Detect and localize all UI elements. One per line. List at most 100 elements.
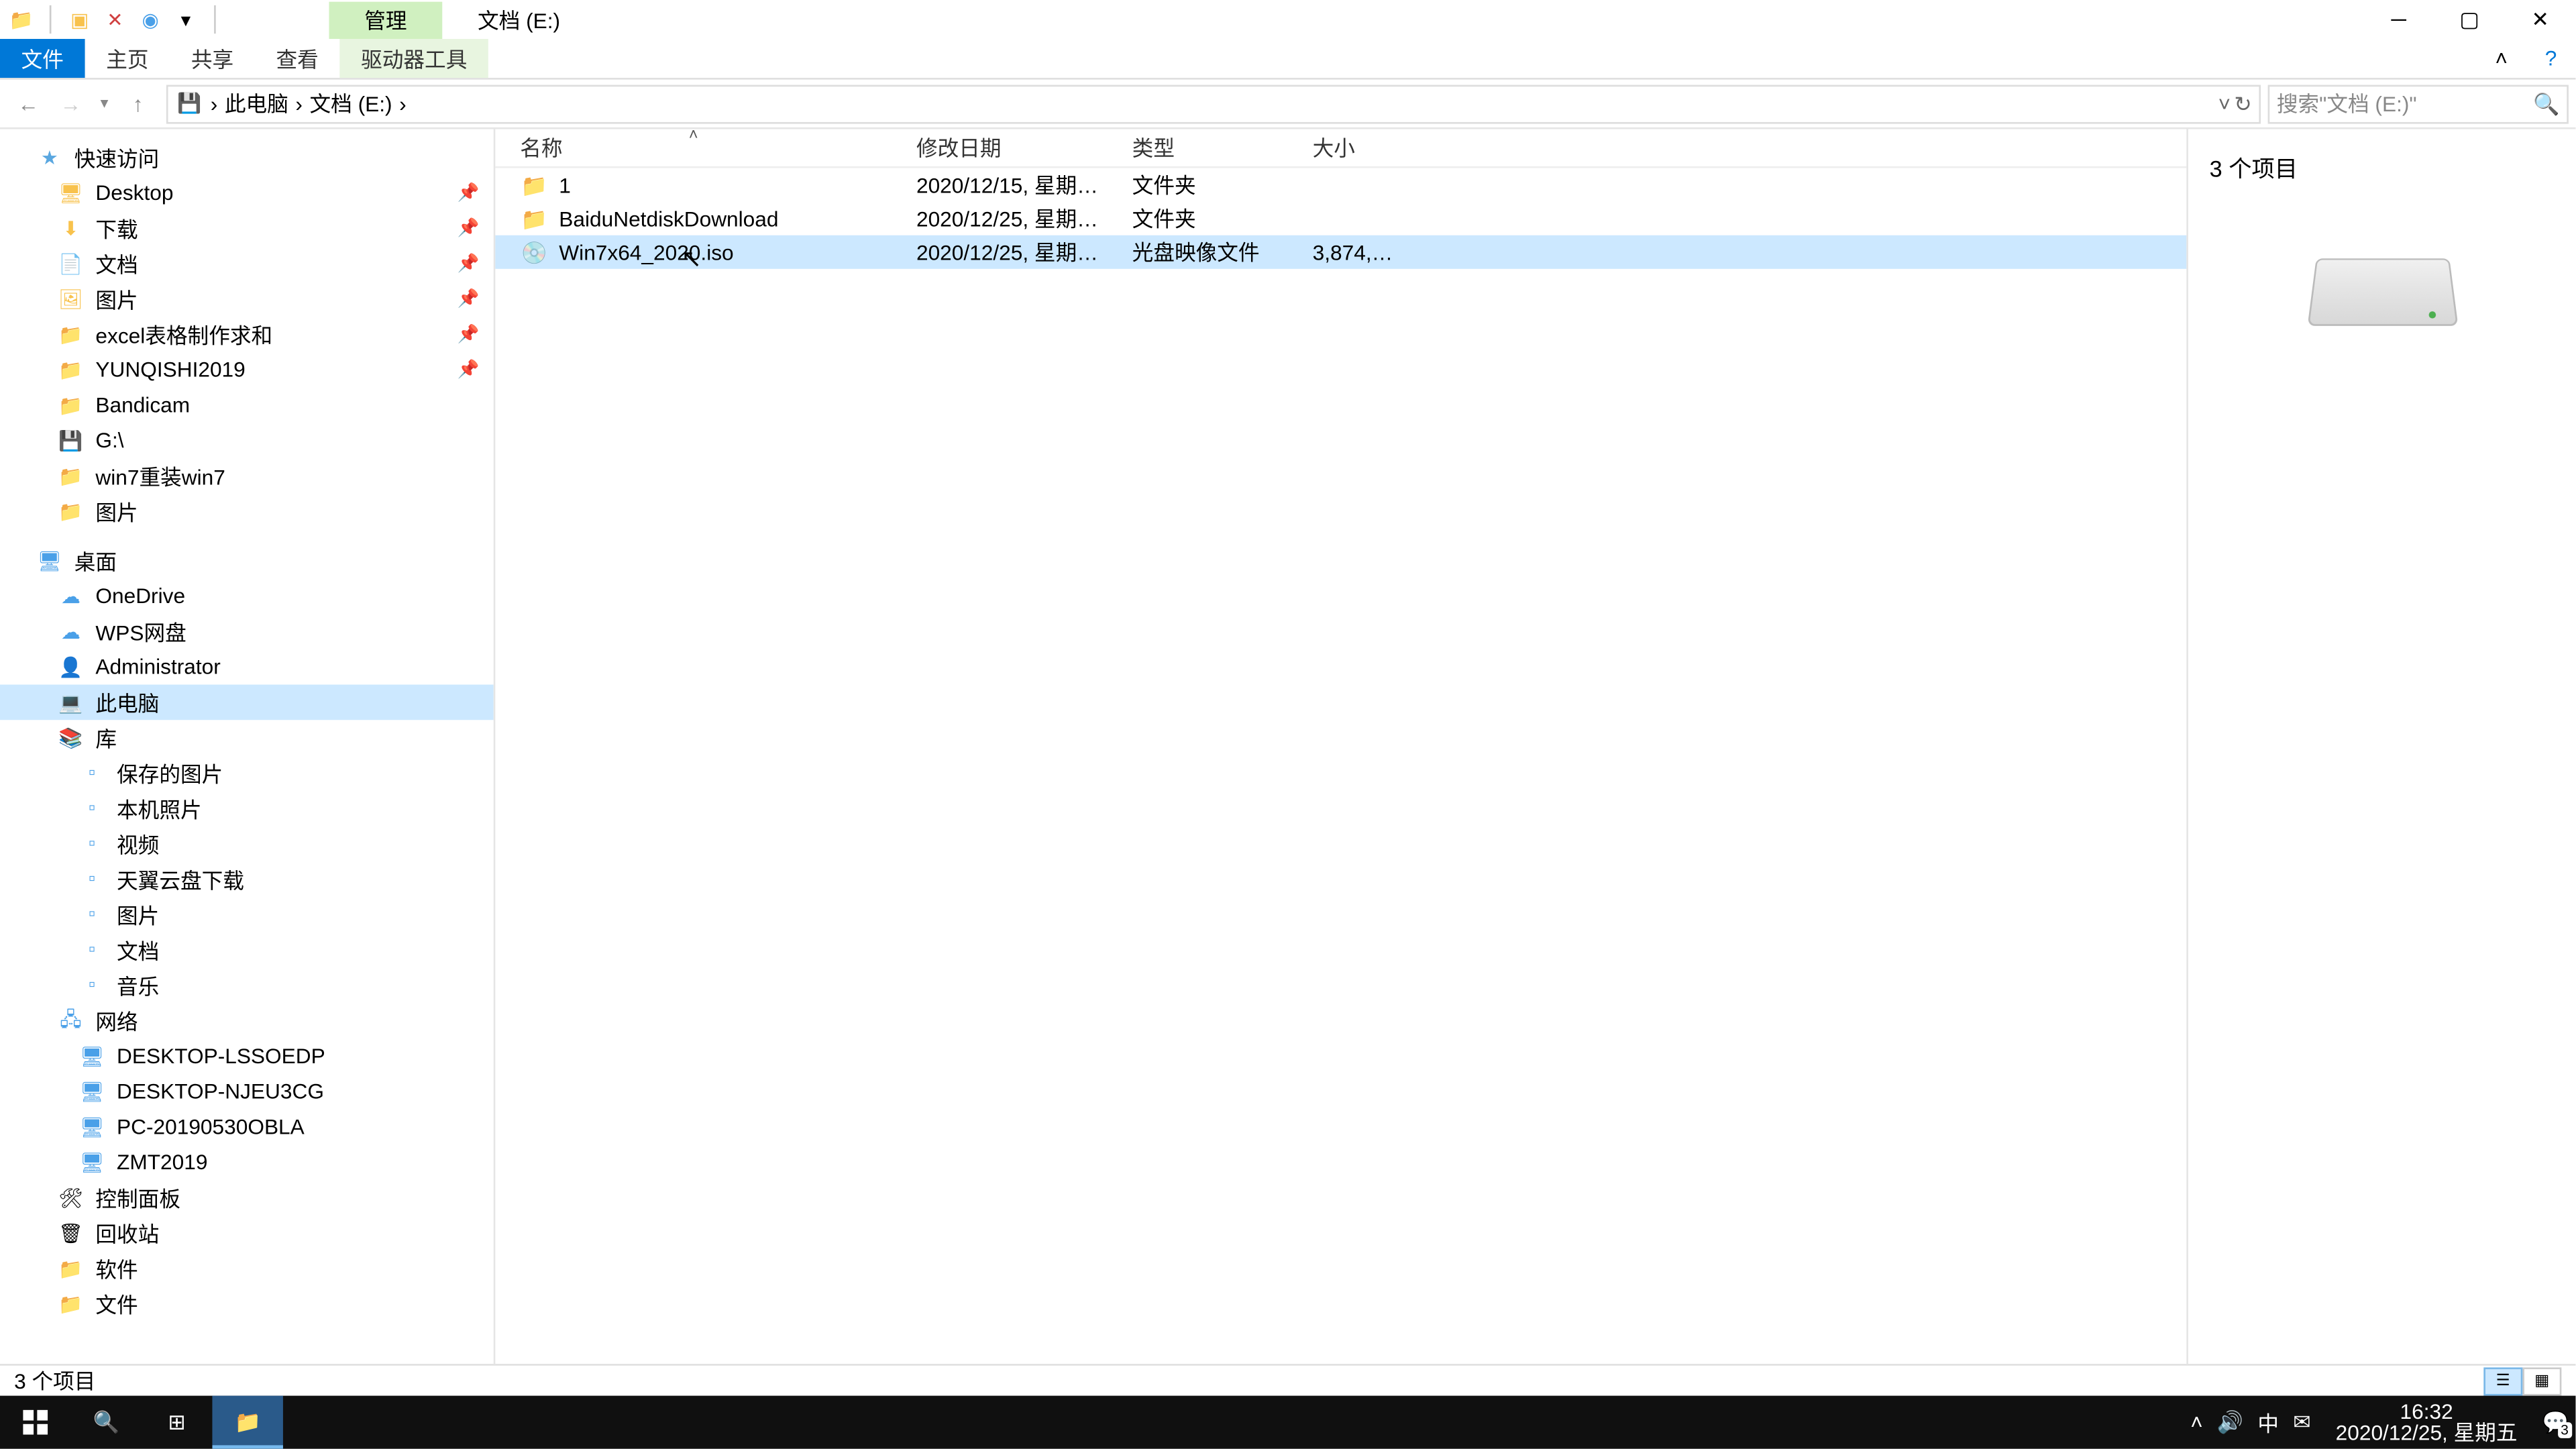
navigation-tree[interactable]: ★快速访问 🖥Desktop📌⬇下载📌📄文档📌🖼图片📌📁excel表格制作求和📌…: [0, 129, 495, 1364]
clock[interactable]: 16:32 2020/12/25, 星期五: [2325, 1401, 2528, 1444]
tree-qa-item[interactable]: 💾G:\: [0, 423, 494, 458]
minimize-button[interactable]: ─: [2363, 0, 2434, 39]
tree-qa-item[interactable]: 📁图片: [0, 494, 494, 529]
tree-desktop-item[interactable]: ☁WPS网盘: [0, 614, 494, 649]
start-button[interactable]: [0, 1396, 70, 1449]
library-item-icon: ▫: [78, 936, 106, 964]
cloud-icon: ☁: [56, 582, 85, 610]
tree-desktop-item[interactable]: ☁OneDrive: [0, 578, 494, 614]
tree-library-item[interactable]: ▫天翼云盘下载: [0, 861, 494, 897]
ribbon-tab-share[interactable]: 共享: [170, 39, 255, 78]
pin-icon: 📌: [458, 325, 480, 344]
view-details-button[interactable]: ☰: [2483, 1366, 2522, 1395]
address-dropdown-icon[interactable]: ˅: [2218, 91, 2231, 116]
maximize-button[interactable]: ▢: [2434, 0, 2505, 39]
tree-network[interactable]: 🖧网络: [0, 1003, 494, 1038]
status-text: 3 个项目: [14, 1366, 95, 1396]
tray-overflow-icon[interactable]: ˄: [2190, 1410, 2203, 1435]
title-bar: 📁 ▣ ✕ ◉ ▾ 管理 文档 (E:) ─ ▢ ✕: [0, 0, 2575, 39]
tree-control-panel[interactable]: 🛠控制面板: [0, 1180, 494, 1216]
tree-library-item[interactable]: ▫保存的图片: [0, 755, 494, 791]
status-bar: 3 个项目 ☰ ▦: [0, 1364, 2575, 1395]
task-view-button[interactable]: ⊞: [142, 1396, 212, 1449]
ribbon-tab-file[interactable]: 文件: [0, 39, 85, 78]
refresh-icon[interactable]: ↻: [2234, 91, 2252, 116]
column-size[interactable]: 大小: [1288, 133, 1412, 163]
qat-dropdown-icon[interactable]: ▾: [172, 5, 200, 34]
tree-files[interactable]: 📁文件: [0, 1286, 494, 1322]
item-count: 3 个项目: [2210, 150, 2555, 184]
volume-icon[interactable]: 🔊: [2217, 1410, 2243, 1435]
ribbon-context-tab[interactable]: 管理: [329, 1, 442, 38]
tree-software[interactable]: 📁软件: [0, 1250, 494, 1286]
tree-qa-item[interactable]: 📁Bandicam: [0, 388, 494, 423]
network-icon: 🖧: [56, 1006, 85, 1034]
ribbon-tab-view[interactable]: 查看: [255, 39, 340, 78]
address-bar[interactable]: 💾 › 此电脑 › 文档 (E:) › ˅ ↻: [166, 84, 2261, 123]
control-panel-icon: 🛠: [56, 1183, 85, 1212]
column-type[interactable]: 类型: [1108, 133, 1288, 163]
close-button[interactable]: ✕: [2505, 0, 2575, 39]
qat-properties-icon[interactable]: ▣: [66, 5, 94, 34]
details-pane: 3 个项目: [2186, 129, 2575, 1364]
tray-app-icon[interactable]: ✉: [2293, 1410, 2311, 1435]
library-item-icon: ▫: [78, 900, 106, 928]
tree-qa-item[interactable]: 📁excel表格制作求和📌: [0, 317, 494, 352]
column-name[interactable]: ˄名称: [495, 133, 892, 163]
forward-button[interactable]: →: [50, 83, 92, 125]
ime-indicator[interactable]: 中: [2257, 1407, 2279, 1438]
download-icon: ⬇: [56, 214, 85, 242]
computer-icon: 🖥: [78, 1077, 106, 1106]
column-date[interactable]: 修改日期: [892, 133, 1108, 163]
tree-network-item[interactable]: 🖥PC-20190530OBLA: [0, 1109, 494, 1144]
tree-desktop[interactable]: 🖥桌面: [0, 543, 494, 579]
qat-settings-icon[interactable]: ◉: [136, 5, 164, 34]
tree-desktop-item[interactable]: 👤Administrator: [0, 649, 494, 685]
tree-library-item[interactable]: ▫视频: [0, 826, 494, 861]
breadcrumb-root[interactable]: › 此电脑: [211, 89, 288, 119]
tree-qa-item[interactable]: 🖥Desktop📌: [0, 175, 494, 211]
tree-desktop-item[interactable]: 📚库: [0, 720, 494, 755]
breadcrumb-current[interactable]: › 文档 (E:) ›: [295, 89, 406, 119]
iso-icon: 💿: [520, 238, 548, 266]
tree-library-item[interactable]: ▫音乐: [0, 967, 494, 1003]
tree-library-item[interactable]: ▫本机照片: [0, 791, 494, 826]
tree-quick-access[interactable]: ★快速访问: [0, 140, 494, 175]
help-icon[interactable]: ?: [2526, 39, 2576, 78]
tree-library-item[interactable]: ▫图片: [0, 897, 494, 932]
tree-library-item[interactable]: ▫文档: [0, 932, 494, 968]
tree-qa-item[interactable]: 🖼图片📌: [0, 281, 494, 317]
file-row[interactable]: 💿Win7x64_2020.iso2020/12/25, 星期五 1...光盘映…: [495, 235, 2186, 269]
ribbon-tab-home[interactable]: 主页: [85, 39, 170, 78]
tree-network-item[interactable]: 🖥DESKTOP-NJEU3CG: [0, 1074, 494, 1110]
action-center-icon[interactable]: 💬3: [2542, 1410, 2568, 1435]
tree-recycle-bin[interactable]: 🗑回收站: [0, 1216, 494, 1251]
tree-qa-item[interactable]: 📁win7重装win7: [0, 458, 494, 494]
file-type: 光盘映像文件: [1108, 237, 1288, 267]
file-row[interactable]: 📁12020/12/15, 星期二 1...文件夹: [495, 168, 2186, 202]
ribbon: 文件 主页 共享 查看 驱动器工具 ˄ ?: [0, 39, 2575, 80]
tree-network-item[interactable]: 🖥DESKTOP-LSSOEDP: [0, 1038, 494, 1074]
tree-qa-item[interactable]: 📁YUNQISHI2019📌: [0, 352, 494, 388]
ribbon-tab-drive-tools[interactable]: 驱动器工具: [339, 39, 488, 78]
file-list[interactable]: ˄名称 修改日期 类型 大小 📁12020/12/15, 星期二 1...文件夹…: [495, 129, 2186, 1364]
ribbon-collapse-icon[interactable]: ˄: [2477, 39, 2526, 78]
pin-icon: 📌: [458, 289, 480, 309]
file-name: Win7x64_2020.iso: [559, 239, 733, 264]
computer-icon: 🖥: [78, 1113, 106, 1141]
file-row[interactable]: 📁BaiduNetdiskDownload2020/12/25, 星期五 1..…: [495, 202, 2186, 235]
view-thumbnails-button[interactable]: ▦: [2522, 1366, 2561, 1395]
pin-icon: 📌: [458, 219, 480, 238]
tree-network-item[interactable]: 🖥ZMT2019: [0, 1144, 494, 1180]
tree-qa-item[interactable]: 📄文档📌: [0, 246, 494, 282]
tree-qa-item[interactable]: ⬇下载📌: [0, 211, 494, 246]
file-date: 2020/12/25, 星期五 1...: [892, 203, 1108, 233]
recent-dropdown-icon[interactable]: ▾: [92, 83, 117, 125]
search-input[interactable]: 搜索"文档 (E:)" 🔍: [2268, 84, 2569, 123]
taskbar-explorer[interactable]: 📁: [212, 1396, 282, 1449]
qat-delete-icon[interactable]: ✕: [101, 5, 129, 34]
search-button[interactable]: 🔍: [70, 1396, 141, 1449]
tree-desktop-item[interactable]: 💻此电脑: [0, 685, 494, 720]
back-button[interactable]: ←: [7, 83, 50, 125]
up-button[interactable]: ↑: [117, 83, 159, 125]
